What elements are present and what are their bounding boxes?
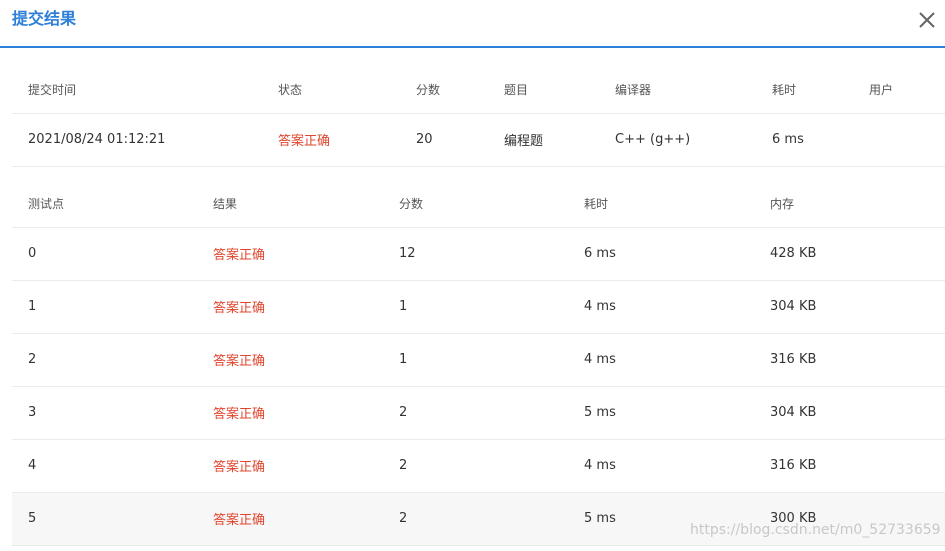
case-result: 答案正确 [197,438,383,492]
case-result: 答案正确 [197,491,383,546]
submission-summary-table: 提交时间 状态 分数 题目 编译器 耗时 用户 2021/08/24 01:12… [12,66,945,167]
header-problem: 题目 [504,82,529,97]
dialog-title: 提交结果 [12,9,77,28]
table-row: 4 答案正确 2 4 ms 316 KB [12,438,945,492]
cases-header-row: 测试点 结果 分数 耗时 内存 [12,180,945,227]
table-row: 1 答案正确 1 4 ms 304 KB [12,279,945,333]
case-memory: 304 KB [754,279,945,333]
submit-time: 2021/08/24 01:12:21 [12,112,262,167]
case-score: 2 [383,438,568,492]
submit-result-dialog: 提交结果 提交时间 状态 分数 题目 编译器 耗时 用户 2021/08/24 … [0,0,945,551]
summary-row: 2021/08/24 01:12:21 答案正确 20 编程题 C++ (g++… [12,112,945,167]
close-icon[interactable] [916,9,938,31]
test-point-id: 3 [12,385,197,439]
case-time: 6 ms [568,226,754,280]
case-memory: 304 KB [754,385,945,439]
header-memory: 内存 [770,196,795,211]
case-memory: 316 KB [754,438,945,492]
table-row: 0 答案正确 12 6 ms 428 KB [12,226,945,280]
case-time: 4 ms [568,279,754,333]
case-score: 2 [383,491,568,546]
header-result: 结果 [213,196,238,211]
header-compiler: 编译器 [615,82,652,97]
table-row: 3 答案正确 2 5 ms 304 KB [12,385,945,439]
problem-type: 编程题 [488,112,599,167]
test-cases-table: 测试点 结果 分数 耗时 内存 0 答案正确 12 6 ms 428 KB 1 … [12,180,945,546]
test-point-id: 2 [12,332,197,386]
header-score: 分数 [416,82,441,97]
header-test-point: 测试点 [28,196,65,211]
status-text: 答案正确 [262,112,400,167]
run-time: 6 ms [756,112,853,167]
header-submit-time: 提交时间 [28,82,77,97]
header-user: 用户 [869,82,894,97]
table-row: 2 答案正确 1 4 ms 316 KB [12,332,945,386]
watermark: https://blog.csdn.net/m0_52733659 [690,522,941,538]
header-case-time: 耗时 [584,196,609,211]
total-score: 20 [400,112,488,167]
case-result: 答案正确 [197,332,383,386]
case-score: 1 [383,279,568,333]
case-memory: 428 KB [754,226,945,280]
case-result: 答案正确 [197,226,383,280]
case-score: 2 [383,385,568,439]
case-time: 4 ms [568,438,754,492]
case-memory: 316 KB [754,332,945,386]
case-score: 1 [383,332,568,386]
close-button[interactable] [916,9,938,31]
header-status: 状态 [278,82,303,97]
user[interactable] [853,112,945,167]
case-result: 答案正确 [197,279,383,333]
case-time: 4 ms [568,332,754,386]
test-point-id: 0 [12,226,197,280]
compiler: C++ (g++) [599,112,756,167]
header-time: 耗时 [772,82,797,97]
test-point-id: 4 [12,438,197,492]
case-score: 12 [383,226,568,280]
dialog-header: 提交结果 [0,0,945,48]
case-time: 5 ms [568,385,754,439]
test-point-id: 5 [12,491,197,546]
header-case-score: 分数 [399,196,424,211]
case-result: 答案正确 [197,385,383,439]
test-point-id: 1 [12,279,197,333]
summary-header-row: 提交时间 状态 分数 题目 编译器 耗时 用户 [12,66,945,113]
